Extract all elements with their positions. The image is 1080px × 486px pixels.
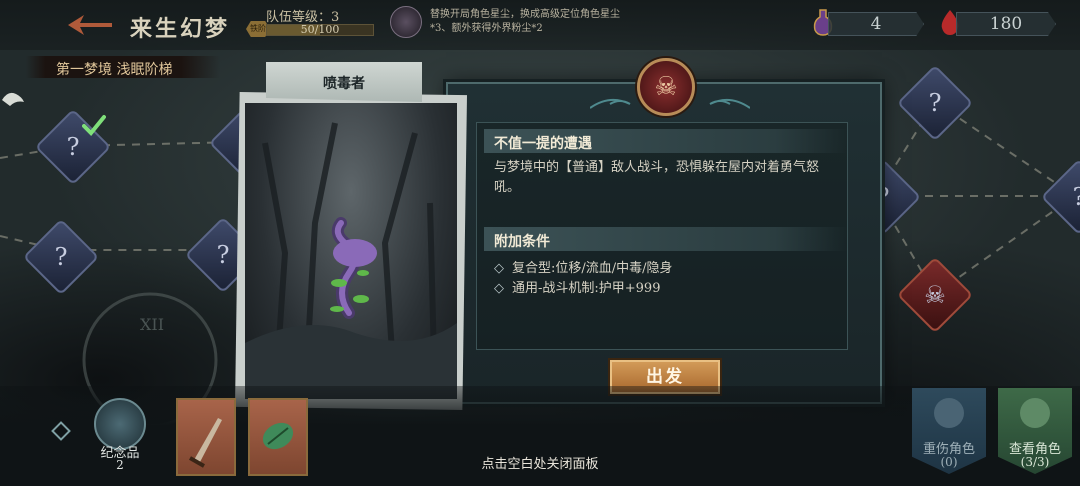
diamond-bullet-icon: ◇ <box>494 281 504 296</box>
encounter-description: 与梦境中的【普通】敌人战斗，恐惧躲在屋内对着勇气怒吼。 <box>494 160 820 195</box>
potion-value: 4 <box>870 14 882 34</box>
conditions-title: 附加条件 <box>494 234 550 250</box>
leaf-icon <box>262 422 294 450</box>
question-mark-icon: ? <box>928 89 942 117</box>
diamond-bullet-icon: ◇ <box>494 261 504 276</box>
ghost-hand-icon <box>2 92 24 106</box>
view-characters-button[interactable]: 查看角色 (3/3) <box>998 388 1072 474</box>
injured-characters-button[interactable]: 重伤角色 (0) <box>912 388 986 474</box>
skull-icon: ☠ <box>924 281 946 309</box>
game-title: 来生幻梦 <box>130 16 231 42</box>
condition-item: ◇ 通用-战斗机制:护甲+999 <box>494 277 660 296</box>
condition-item: ◇ 复合型:位移/流血/中毒/隐身 <box>494 257 673 276</box>
encounter-title: 不值一提的遭遇 <box>494 136 592 152</box>
relic-icon[interactable] <box>390 6 422 38</box>
injured-character-icon <box>934 398 964 428</box>
condition-text: 通用-战斗机制:护甲+999 <box>512 281 661 296</box>
blood-value: 180 <box>989 14 1023 34</box>
stage-name: 第一梦境 浅眠阶梯 <box>56 62 173 78</box>
souvenir-item-leaf[interactable] <box>248 398 308 476</box>
relic-description: 替换开局角色星尘，换成高级定位角色星尘*3、额外获得外界粉尘*2 <box>430 9 620 34</box>
potion-counter: 4 <box>828 12 924 36</box>
team-exp-text: 50/100 <box>300 23 340 36</box>
enemy-illustration <box>245 122 457 399</box>
question-mark-icon: ? <box>54 243 68 271</box>
close-panel-hint: 点击空白处关闭面板 <box>481 457 599 472</box>
dagger-icon <box>189 418 222 468</box>
skull-icon: ☠ <box>654 72 678 102</box>
blood-counter: 180 <box>956 12 1056 36</box>
souvenir-count: 2 <box>116 458 124 472</box>
character-icon <box>1020 398 1050 428</box>
svg-text:XII: XII <box>140 315 164 334</box>
back-arrow-icon[interactable] <box>64 12 116 38</box>
question-mark-icon: ? <box>1072 183 1080 211</box>
enemy-card-art <box>245 103 457 399</box>
condition-text: 复合型:位移/流血/中毒/隐身 <box>512 261 673 276</box>
enemy-name: 喷毒者 <box>323 76 365 92</box>
souvenir-item-dagger[interactable] <box>176 398 236 476</box>
team-exp-bar: 50/100 <box>266 23 374 36</box>
checkmark-icon <box>82 115 106 136</box>
encounter-emblem: ☠ <box>637 58 695 116</box>
